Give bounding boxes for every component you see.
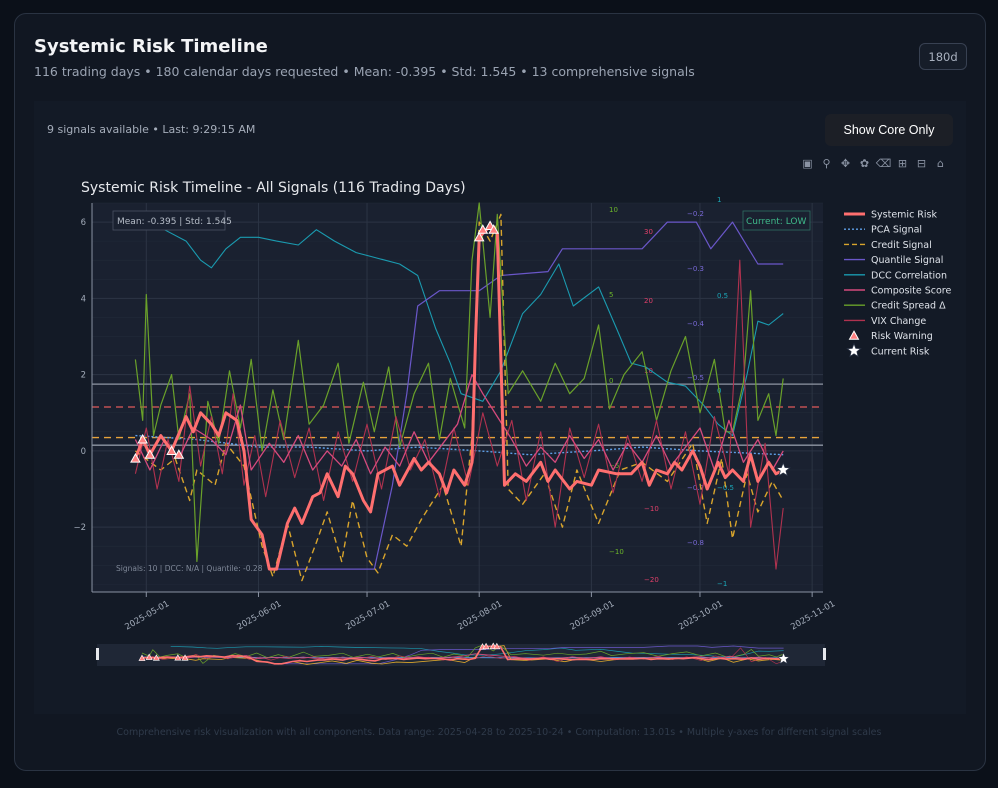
secondary-axis-tick: −1 <box>717 580 727 588</box>
x-tick-label: 2025-06-01 <box>236 599 284 632</box>
secondary-axis-tick: 30 <box>644 228 653 236</box>
secondary-axis-tick: −0.4 <box>687 320 705 328</box>
legend-swatch-current-risk[interactable] <box>846 342 862 358</box>
y-tick-label: −2 <box>73 523 86 533</box>
legend-label-systemic-risk[interactable]: Systemic Risk <box>871 210 937 221</box>
range-slider-right-handle[interactable] <box>823 648 826 660</box>
secondary-axis-tick: 0 <box>609 377 613 385</box>
legend-label-composite-score[interactable]: Composite Score <box>871 286 951 297</box>
secondary-axis-tick: −10 <box>609 548 624 556</box>
secondary-axis-tick: −20 <box>644 576 659 584</box>
secondary-axis-tick: 10 <box>609 206 618 214</box>
secondary-axis-tick: 5 <box>609 291 613 299</box>
y-tick-label: 4 <box>81 294 86 304</box>
x-tick-label: 2025-11-01 <box>789 599 837 632</box>
secondary-axis-tick: 0.5 <box>717 292 728 300</box>
y-tick-label: 0 <box>81 447 86 457</box>
secondary-axis-tick: 1 <box>717 196 721 204</box>
bottom-annotation: Signals: 10 | DCC: N/A | Quantile: -0.28 <box>116 564 263 573</box>
legend-label-risk-warning[interactable]: Risk Warning <box>871 331 933 342</box>
current-annotation: Current: LOW <box>746 217 806 227</box>
legend-label-credit-signal[interactable]: Credit Signal <box>871 240 932 251</box>
secondary-axis-tick: −0.5 <box>687 374 704 382</box>
y-tick-label: 2 <box>81 371 86 381</box>
secondary-axis-tick: 20 <box>644 297 653 305</box>
legend-swatch-risk-warning[interactable] <box>848 330 860 340</box>
legend-label-current-risk[interactable]: Current Risk <box>871 346 930 357</box>
legend-label-vix-change[interactable]: VIX Change <box>871 316 926 327</box>
x-tick-label: 2025-07-01 <box>344 599 392 632</box>
secondary-axis-tick: −0.2 <box>687 210 704 218</box>
x-tick-label: 2025-05-01 <box>123 599 171 632</box>
x-tick-label: 2025-08-01 <box>456 599 504 632</box>
secondary-axis-tick: −10 <box>644 505 659 513</box>
risk-chart[interactable]: Systemic Risk Timeline - All Signals (11… <box>0 0 998 788</box>
legend-label-quantile-signal[interactable]: Quantile Signal <box>871 255 943 266</box>
y-tick-label: 6 <box>81 218 86 228</box>
secondary-axis-tick: −0.8 <box>687 539 704 547</box>
legend-label-pca-signal[interactable]: PCA Signal <box>871 225 922 236</box>
secondary-axis-tick: −0.3 <box>687 265 704 273</box>
stats-annotation: Mean: -0.395 | Std: 1.545 <box>117 217 232 227</box>
legend-label-credit-spread[interactable]: Credit Spread Δ <box>871 301 946 312</box>
x-tick-label: 2025-09-01 <box>569 599 617 632</box>
legend-label-dcc-correlation[interactable]: DCC Correlation <box>871 270 947 281</box>
footer-note: Comprehensive risk visualization with al… <box>116 727 882 738</box>
chart-title: Systemic Risk Timeline - All Signals (11… <box>81 180 466 196</box>
x-tick-label: 2025-10-01 <box>677 599 725 632</box>
range-slider-left-handle[interactable] <box>96 648 99 660</box>
